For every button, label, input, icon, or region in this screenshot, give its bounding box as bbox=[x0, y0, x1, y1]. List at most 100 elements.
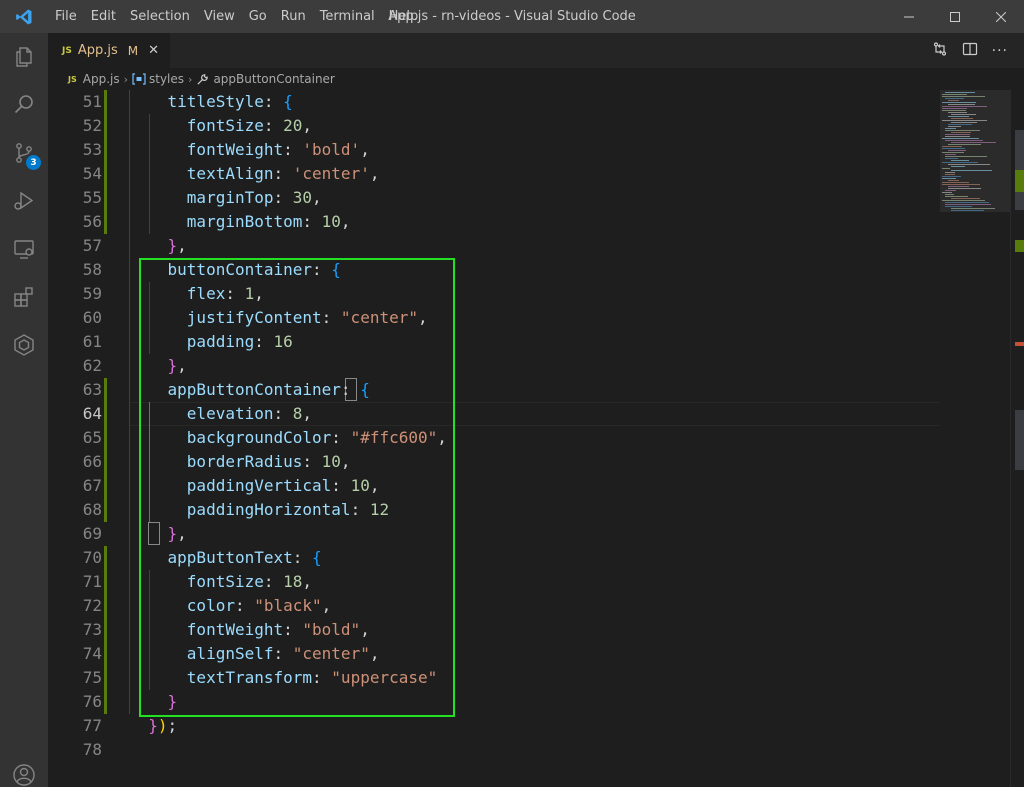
minimap-line bbox=[945, 204, 991, 205]
minimap-line bbox=[951, 122, 977, 123]
code-line[interactable]: 55 marginTop: 30, bbox=[48, 186, 940, 210]
annotation-highlight-box bbox=[139, 258, 455, 717]
extensions-icon[interactable] bbox=[0, 273, 48, 321]
property-wrench-icon bbox=[197, 73, 209, 85]
minimap-line bbox=[951, 142, 996, 143]
minimap-line bbox=[945, 172, 955, 173]
minimap-line bbox=[948, 104, 975, 105]
remote-explorer-icon[interactable] bbox=[0, 225, 48, 273]
code-line[interactable]: 51 titleStyle: { bbox=[48, 90, 940, 114]
minimap-line bbox=[942, 138, 979, 139]
code-text: fontWeight: 'bold', bbox=[186, 140, 370, 159]
minimap-line bbox=[945, 158, 958, 159]
code-line[interactable]: 53 fontWeight: 'bold', bbox=[48, 138, 940, 162]
line-number: 64 bbox=[82, 404, 102, 423]
menu-item-terminal[interactable]: Terminal bbox=[313, 0, 382, 33]
menu-item-run[interactable]: Run bbox=[274, 0, 313, 33]
minimap-line bbox=[948, 144, 981, 145]
more-actions-icon[interactable]: ··· bbox=[992, 43, 1008, 59]
minimap-line bbox=[945, 130, 980, 131]
minimap-line bbox=[942, 108, 967, 109]
line-number: 67 bbox=[82, 476, 102, 495]
vscode-logo-icon[interactable] bbox=[0, 0, 48, 33]
account-icon[interactable] bbox=[0, 751, 48, 787]
code-line[interactable]: 78 bbox=[48, 738, 940, 762]
menu-item-file[interactable]: File bbox=[48, 0, 84, 33]
activity-bar: 3 bbox=[0, 33, 48, 787]
minimap-line bbox=[942, 102, 976, 103]
tab-bar: JS App.js M ✕ ··· bbox=[48, 33, 1024, 68]
breadcrumb-styles[interactable]: styles bbox=[132, 72, 184, 86]
editor-actions: ··· bbox=[932, 33, 1008, 68]
code-editor[interactable]: 51 titleStyle: {52 fontSize: 20, 53 fontW… bbox=[48, 90, 940, 787]
docker-icon[interactable] bbox=[0, 321, 48, 369]
breadcrumb-app-button-container[interactable]: appButtonContainer bbox=[196, 72, 335, 86]
open-changes-icon[interactable] bbox=[932, 41, 948, 61]
line-number: 60 bbox=[82, 308, 102, 327]
minimap-line bbox=[945, 156, 987, 157]
close-window-button[interactable] bbox=[978, 0, 1024, 33]
minimap-line bbox=[951, 170, 992, 171]
minimap-line bbox=[942, 184, 980, 185]
minimap-line bbox=[942, 178, 956, 179]
minimap-line bbox=[945, 174, 955, 175]
vertical-scrollbar[interactable] bbox=[1010, 90, 1024, 787]
minimap-line bbox=[951, 160, 969, 161]
minimap-line bbox=[948, 112, 967, 113]
source-control-icon[interactable]: 3 bbox=[0, 129, 48, 177]
minimize-icon bbox=[904, 16, 914, 17]
minimap-line bbox=[942, 168, 950, 169]
minimap-line bbox=[945, 206, 972, 207]
minimap-line bbox=[942, 176, 961, 177]
run-debug-icon[interactable] bbox=[0, 177, 48, 225]
explorer-icon[interactable] bbox=[0, 33, 48, 81]
minimap-line bbox=[951, 210, 984, 211]
tab-app-js[interactable]: JS App.js M ✕ bbox=[48, 33, 170, 68]
minimap[interactable] bbox=[940, 90, 1010, 787]
menu-item-view[interactable]: View bbox=[197, 0, 242, 33]
line-number: 62 bbox=[82, 356, 102, 375]
variable-icon bbox=[132, 73, 146, 85]
tab-close-button[interactable]: ✕ bbox=[148, 43, 159, 58]
minimap-line bbox=[945, 140, 983, 141]
code-line[interactable]: 52 fontSize: 20, bbox=[48, 114, 940, 138]
scroll-error-marker bbox=[1015, 342, 1024, 346]
menu-item-selection[interactable]: Selection bbox=[123, 0, 197, 33]
line-number: 78 bbox=[82, 740, 102, 759]
minimap-line bbox=[945, 194, 954, 195]
minimap-line bbox=[951, 114, 976, 115]
scroll-git-marker bbox=[1015, 240, 1024, 252]
code-line[interactable]: 54 textAlign: 'center', bbox=[48, 162, 940, 186]
minimap-line bbox=[951, 208, 995, 209]
breadcrumb-file[interactable]: JS App.js bbox=[68, 72, 120, 86]
line-number: 52 bbox=[82, 116, 102, 135]
code-line[interactable]: 77 }); bbox=[48, 714, 940, 738]
minimap-line bbox=[951, 118, 973, 119]
minimap-line bbox=[942, 182, 969, 183]
line-number: 77 bbox=[82, 716, 102, 735]
minimap-line bbox=[948, 150, 966, 151]
maximize-button[interactable] bbox=[932, 0, 978, 33]
minimize-button[interactable] bbox=[886, 0, 932, 33]
code-line[interactable]: 56 marginBottom: 10, bbox=[48, 210, 940, 234]
code-line[interactable]: 57 }, bbox=[48, 234, 940, 258]
code-text: marginBottom: 10, bbox=[186, 212, 351, 231]
menu-item-go[interactable]: Go bbox=[242, 0, 274, 33]
minimap-line bbox=[945, 134, 970, 135]
minimap-line bbox=[942, 192, 952, 193]
minimap-line bbox=[945, 196, 968, 197]
search-icon[interactable] bbox=[0, 81, 48, 129]
minimap-line bbox=[948, 186, 969, 187]
line-number: 58 bbox=[82, 260, 102, 279]
split-editor-icon[interactable] bbox=[962, 41, 978, 61]
scroll-marker bbox=[1015, 410, 1024, 470]
menu-item-help[interactable]: Help bbox=[382, 0, 426, 33]
minimap-line bbox=[942, 94, 967, 95]
minimap-line bbox=[951, 132, 971, 133]
menu-bar: File Edit Selection View Go Run Terminal Help bbox=[48, 0, 425, 33]
minimap-line bbox=[942, 106, 987, 107]
menu-item-edit[interactable]: Edit bbox=[84, 0, 123, 33]
line-number: 75 bbox=[82, 668, 102, 687]
chevron-right-icon: › bbox=[188, 72, 193, 86]
line-number: 63 bbox=[82, 380, 102, 399]
